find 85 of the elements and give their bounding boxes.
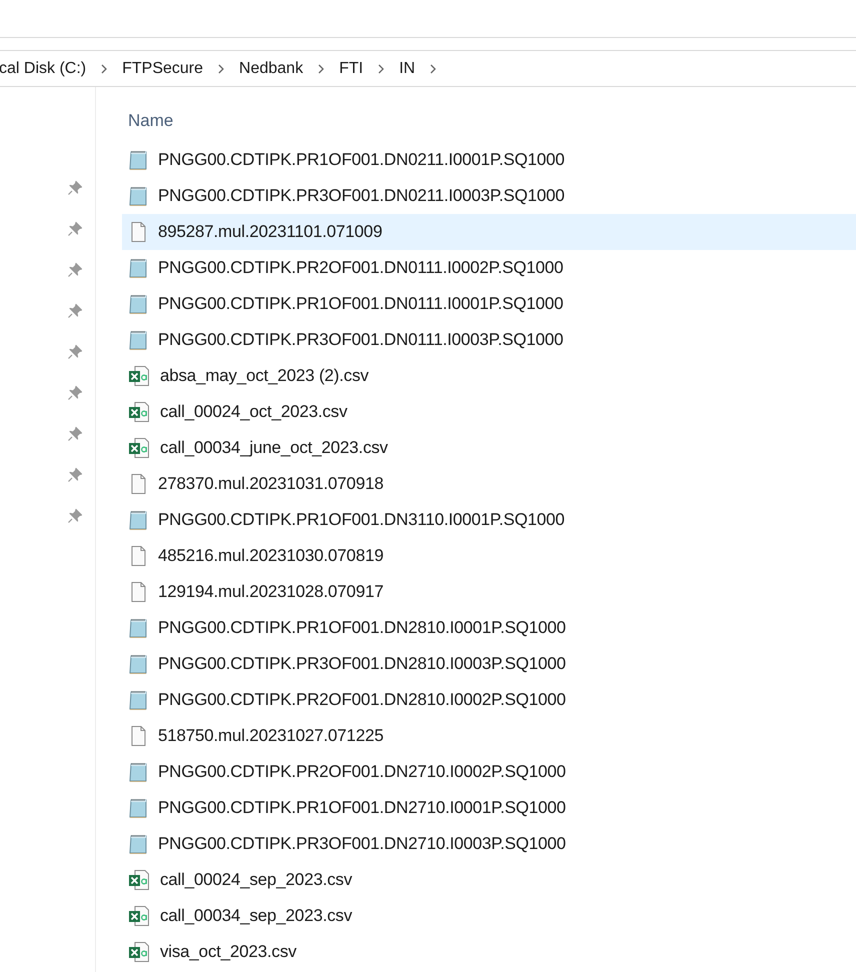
pin-icon[interactable] [67, 385, 83, 401]
pin-icon[interactable] [67, 508, 83, 524]
file-row[interactable]: call_00024_oct_2023.csv [122, 394, 856, 430]
file-name: call_00034_sep_2023.csv [160, 905, 352, 928]
notepad-icon [128, 689, 148, 711]
file-row[interactable]: PNGG00.CDTIPK.PR3OF001.DN0111.I0003P.SQ1000 [122, 322, 856, 358]
pin-icon[interactable] [67, 262, 83, 278]
chevron-right-icon [100, 64, 108, 74]
notepad-icon [128, 149, 148, 171]
file-row[interactable]: PNGG00.CDTIPK.PR2OF001.DN2810.I0002P.SQ1000 [122, 682, 856, 718]
file-name: 485216.mul.20231030.070819 [158, 545, 384, 568]
file-row[interactable]: PNGG00.CDTIPK.PR1OF001.DN0111.I0001P.SQ1000 [122, 286, 856, 322]
file-name: visa_oct_2023.csv [160, 941, 296, 964]
file-name: PNGG00.CDTIPK.PR2OF001.DN2710.I0002P.SQ1000 [158, 761, 566, 784]
file-name: PNGG00.CDTIPK.PR1OF001.DN2710.I0001P.SQ1000 [158, 797, 566, 820]
notepad-icon [128, 185, 148, 207]
notepad-icon [128, 257, 148, 279]
file-row[interactable]: 895287.mul.20231101.071009 [122, 214, 856, 250]
chevron-right-icon [317, 64, 326, 74]
pin-icon[interactable] [67, 344, 83, 360]
file-row[interactable]: PNGG00.CDTIPK.PR2OF001.DN0111.I0002P.SQ1000 [122, 250, 856, 286]
file-name: 278370.mul.20231031.070918 [158, 473, 384, 496]
notepad-icon [128, 653, 148, 675]
notepad-icon [128, 761, 148, 783]
file-row[interactable]: PNGG00.CDTIPK.PR3OF001.DN0211.I0003P.SQ1000 [122, 178, 856, 214]
file-name: PNGG00.CDTIPK.PR3OF001.DN0211.I0003P.SQ1000 [158, 185, 565, 208]
pin-icon[interactable] [67, 467, 83, 483]
spreadsheet-icon [128, 401, 150, 423]
file-name: PNGG00.CDTIPK.PR1OF001.DN0111.I0001P.SQ1000 [158, 293, 564, 316]
file-row[interactable]: absa_may_oct_2023 (2).csv [122, 358, 856, 394]
file-row[interactable]: PNGG00.CDTIPK.PR1OF001.DN3110.I0001P.SQ1000 [122, 502, 856, 538]
file-name: call_00024_sep_2023.csv [160, 869, 352, 892]
notepad-icon [128, 293, 148, 315]
file-name: call_00024_oct_2023.csv [160, 401, 348, 424]
chevron-right-icon [377, 64, 386, 74]
file-row[interactable]: PNGG00.CDTIPK.PR2OF001.DN2710.I0002P.SQ1000 [122, 754, 856, 790]
address-bar[interactable]: cal Disk (C:) FTPSecure Nedbank FTI IN [0, 50, 856, 87]
chevron-right-icon [217, 64, 226, 74]
chevron-right-icon [429, 64, 438, 74]
column-header[interactable]: Name [128, 108, 174, 134]
spreadsheet-icon [128, 941, 150, 963]
file-name: PNGG00.CDTIPK.PR3OF001.DN0111.I0003P.SQ1000 [158, 329, 564, 352]
file-name: 129194.mul.20231028.070917 [158, 581, 384, 604]
pin-icon[interactable] [67, 426, 83, 442]
breadcrumb-item[interactable]: Nedbank [239, 56, 304, 80]
notepad-icon [128, 617, 148, 639]
breadcrumb-item[interactable]: IN [399, 56, 416, 80]
file-name: PNGG00.CDTIPK.PR3OF001.DN2810.I0003P.SQ1000 [158, 653, 566, 676]
file-name: call_00034_june_oct_2023.csv [160, 437, 388, 460]
file-row[interactable]: 278370.mul.20231031.070918 [122, 466, 856, 502]
file-row[interactable]: call_00034_june_oct_2023.csv [122, 430, 856, 466]
file-name: PNGG00.CDTIPK.PR1OF001.DN3110.I0001P.SQ1000 [158, 509, 565, 532]
notepad-icon [128, 797, 148, 819]
file-name: PNGG00.CDTIPK.PR2OF001.DN0111.I0002P.SQ1000 [158, 257, 564, 280]
file-row[interactable]: PNGG00.CDTIPK.PR1OF001.DN2710.I0001P.SQ1000 [122, 790, 856, 826]
file-row[interactable]: PNGG00.CDTIPK.PR1OF001.DN0211.I0001P.SQ1000 [122, 142, 856, 178]
file-row[interactable]: call_00024_sep_2023.csv [122, 862, 856, 898]
breadcrumb-item[interactable]: FTPSecure [122, 56, 204, 80]
notepad-icon [128, 509, 148, 531]
file-row[interactable]: visa_oct_2023.csv [122, 934, 856, 970]
notepad-icon [128, 329, 148, 351]
spreadsheet-icon [128, 365, 150, 387]
file-name: PNGG00.CDTIPK.PR1OF001.DN0211.I0001P.SQ1000 [158, 149, 565, 172]
file-row[interactable]: call_00034_sep_2023.csv [122, 898, 856, 934]
file-name: PNGG00.CDTIPK.PR3OF001.DN2710.I0003P.SQ1000 [158, 833, 566, 856]
breadcrumb-item[interactable]: cal Disk (C:) [0, 56, 86, 80]
notepad-icon [128, 833, 148, 855]
file-row[interactable]: PNGG00.CDTIPK.PR3OF001.DN2710.I0003P.SQ1000 [122, 826, 856, 862]
file-row[interactable]: PNGG00.CDTIPK.PR3OF001.DN2810.I0003P.SQ1000 [122, 646, 856, 682]
file-row[interactable]: PNGG00.CDTIPK.PR1OF001.DN2810.I0001P.SQ1000 [122, 610, 856, 646]
file-name: PNGG00.CDTIPK.PR1OF001.DN2810.I0001P.SQ1000 [158, 617, 566, 640]
spreadsheet-icon [128, 905, 150, 927]
pin-icon[interactable] [67, 303, 83, 319]
breadcrumb-item[interactable]: FTI [339, 56, 364, 80]
file-row[interactable]: 129194.mul.20231028.070917 [122, 574, 856, 610]
spreadsheet-icon [128, 869, 150, 891]
file-row[interactable]: 518750.mul.20231027.071225 [122, 718, 856, 754]
file-row[interactable]: 485216.mul.20231030.070819 [122, 538, 856, 574]
file-name: 895287.mul.20231101.071009 [158, 221, 382, 244]
pin-icon[interactable] [67, 180, 83, 196]
file-name: PNGG00.CDTIPK.PR2OF001.DN2810.I0002P.SQ1000 [158, 689, 566, 712]
spreadsheet-icon [128, 437, 150, 459]
file-name: absa_may_oct_2023 (2).csv [160, 365, 369, 388]
pin-icon[interactable] [67, 221, 83, 237]
file-name: 518750.mul.20231027.071225 [158, 725, 384, 748]
